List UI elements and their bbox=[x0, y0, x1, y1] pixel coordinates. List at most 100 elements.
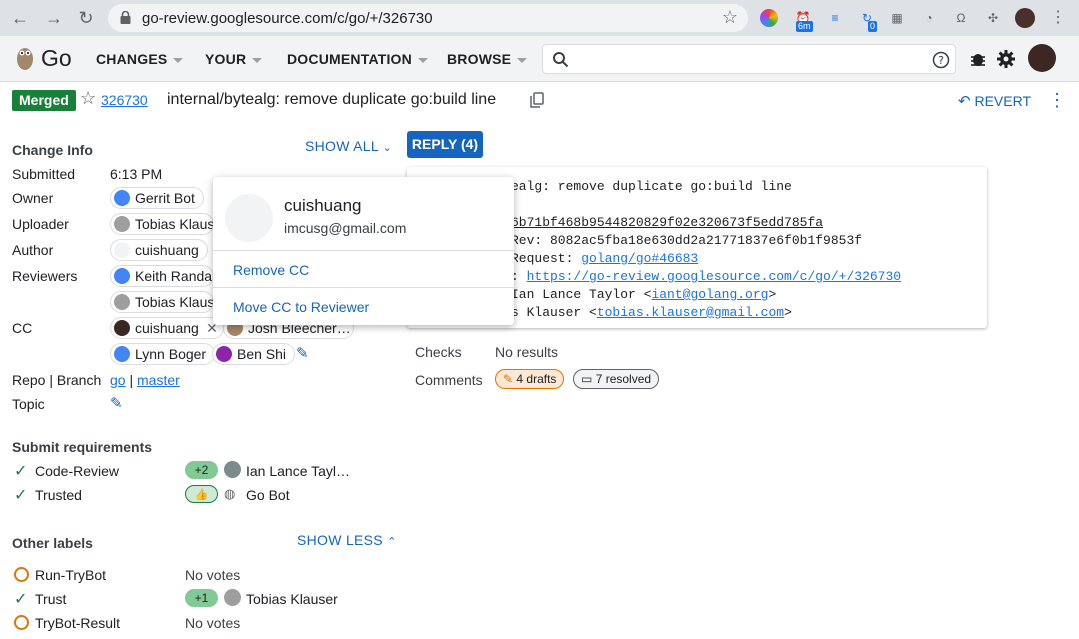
chevron-down-icon bbox=[252, 57, 263, 63]
reply-button[interactable]: REPLY (4) bbox=[407, 131, 483, 158]
show-all-button[interactable]: SHOW ALL ⌄ bbox=[305, 138, 392, 154]
reviewers-label: Reviewers bbox=[12, 268, 78, 284]
puzzle-extensions-icon[interactable]: ✣ bbox=[983, 8, 1003, 28]
menu-documentation[interactable]: DOCUMENTATION bbox=[287, 51, 428, 67]
reload-icon[interactable]: ↻ bbox=[74, 6, 98, 30]
voter-name: Go Bot bbox=[246, 487, 290, 503]
cc-name: cuishuang bbox=[135, 320, 199, 336]
email-link[interactable]: iant@golang.org bbox=[651, 287, 768, 302]
back-icon[interactable]: ← bbox=[8, 6, 32, 30]
edit-topic-icon[interactable]: ✎ bbox=[110, 394, 123, 412]
cc-chip[interactable]: cuishuang ✕ bbox=[110, 317, 224, 339]
avatar bbox=[114, 190, 130, 206]
color-extension-icon[interactable] bbox=[760, 9, 778, 27]
star-icon[interactable]: ☆ bbox=[80, 88, 96, 109]
clock-icon bbox=[14, 615, 29, 630]
show-less-button[interactable]: SHOW LESS ⌃ bbox=[297, 532, 397, 548]
user-avatar[interactable] bbox=[1028, 44, 1056, 72]
topic-label: Topic bbox=[12, 396, 45, 412]
owner-chip[interactable]: Gerrit Bot bbox=[110, 187, 204, 209]
brand-title[interactable]: Go bbox=[41, 45, 72, 72]
voter-name: Ian Lance Tayl… bbox=[246, 463, 351, 479]
avatar bbox=[224, 461, 241, 478]
comment-icon: ▭ bbox=[581, 372, 593, 386]
qr-extension-icon[interactable]: ▦ bbox=[887, 8, 907, 28]
menu-changes[interactable]: CHANGES bbox=[96, 51, 184, 67]
commit-line: ealg: remove duplicate go:build line bbox=[511, 179, 792, 194]
reviewer-chip[interactable]: Keith Randal bbox=[110, 265, 214, 287]
pr-link[interactable]: golang/go#46683 bbox=[581, 251, 698, 266]
address-bar[interactable]: go-review.googlesource.com/c/go/+/326730… bbox=[108, 4, 748, 32]
repo-link[interactable]: go bbox=[110, 372, 126, 388]
bookmark-star-icon[interactable]: ☆ bbox=[722, 7, 738, 28]
filter-extension-icon[interactable]: ≡ bbox=[825, 8, 845, 28]
gopher-logo-icon bbox=[17, 48, 33, 70]
checks-label: Checks bbox=[415, 344, 462, 360]
help-icon[interactable]: ? bbox=[932, 51, 950, 69]
other-labels-title: Other labels bbox=[12, 535, 93, 551]
cc-chip[interactable]: Ben Shi bbox=[212, 343, 296, 365]
revert-label: REVERT bbox=[974, 93, 1032, 109]
edit-icon: ✎ bbox=[503, 372, 514, 386]
cc-label: CC bbox=[12, 320, 33, 336]
reviewer-chip[interactable]: Tobias Klaus bbox=[110, 291, 214, 313]
uploader-name: Tobias Klaus bbox=[135, 216, 214, 232]
menu-label: BROWSE bbox=[447, 51, 512, 67]
status-badge: Merged bbox=[12, 90, 76, 111]
cc-name: Ben Shi bbox=[237, 346, 287, 362]
search-input[interactable] bbox=[579, 49, 919, 69]
remove-cc-button[interactable]: Remove CC bbox=[233, 262, 309, 278]
check-icon: ✓ bbox=[14, 591, 28, 608]
menu-label: YOUR bbox=[205, 51, 247, 67]
browser-toolbar: ← → ↻ go-review.googlesource.com/c/go/+/… bbox=[0, 0, 1079, 36]
search-icon bbox=[553, 52, 569, 68]
commit-hash-link[interactable]: 6b71bf468b9544820829f02e320673f5edd785fa bbox=[511, 215, 823, 230]
forward-icon[interactable]: → bbox=[42, 6, 66, 30]
copy-icon[interactable] bbox=[530, 92, 544, 108]
avatar bbox=[216, 346, 232, 362]
bug-report-icon[interactable] bbox=[968, 49, 988, 69]
email-link[interactable]: tobias.klauser@gmail.com bbox=[597, 305, 784, 320]
review-link[interactable]: https://go-review.googlesource.com/c/go/… bbox=[527, 269, 901, 284]
drafts-chip[interactable]: ✎ 4 drafts bbox=[495, 369, 565, 389]
browser-menu-icon[interactable]: ⋮ bbox=[1048, 8, 1068, 28]
menu-your[interactable]: YOUR bbox=[205, 51, 263, 67]
menu-browse[interactable]: BROWSE bbox=[447, 51, 528, 67]
vote-chip[interactable]: 👍 bbox=[185, 485, 218, 503]
branch-link[interactable]: master bbox=[137, 372, 180, 388]
app-header: Go CHANGES YOUR DOCUMENTATION BROWSE ? bbox=[0, 36, 1079, 82]
profile-avatar[interactable] bbox=[1015, 8, 1035, 28]
bot-avatar-icon: ◍ bbox=[224, 486, 236, 501]
author-chip[interactable]: cuishuang bbox=[110, 239, 208, 261]
cc-name: Lynn Boger bbox=[135, 346, 207, 362]
search-box: ? bbox=[542, 44, 956, 74]
clock-extension-icon[interactable]: ◔ bbox=[919, 8, 939, 28]
commit-line: : https://go-review.googlesource.com/c/g… bbox=[511, 269, 902, 284]
octocat-extension-icon[interactable]: Ω bbox=[951, 8, 971, 28]
change-subject: internal/bytealg: remove duplicate go:bu… bbox=[167, 91, 497, 108]
chevron-down-icon bbox=[173, 57, 184, 63]
avatar bbox=[225, 194, 273, 242]
more-vert-icon[interactable]: ⋮ bbox=[1048, 90, 1066, 111]
owner-label: Owner bbox=[12, 190, 54, 206]
vote-chip[interactable]: +1 bbox=[185, 589, 218, 607]
commit-line: Request: golang/go#46683 bbox=[511, 251, 698, 266]
avatar bbox=[114, 346, 130, 362]
cc-chip[interactable]: Lynn Boger bbox=[110, 343, 216, 365]
change-number-link[interactable]: 326730 bbox=[101, 92, 148, 108]
revert-button[interactable]: ↶ REVERT bbox=[958, 92, 1031, 110]
commit-text: Ian Lance Taylor < bbox=[511, 287, 652, 302]
vote-chip[interactable]: +2 bbox=[185, 461, 218, 479]
requirement-name: Code-Review bbox=[35, 463, 120, 479]
edit-cc-icon[interactable]: ✎ bbox=[296, 344, 309, 362]
resolved-label: 7 resolved bbox=[595, 372, 652, 386]
reviewer-name: Keith Randal bbox=[135, 268, 214, 284]
owner-name: Gerrit Bot bbox=[135, 190, 195, 206]
reviewer-name: Tobias Klaus bbox=[135, 294, 214, 310]
move-cc-to-reviewer-button[interactable]: Move CC to Reviewer bbox=[233, 299, 369, 315]
avatar bbox=[114, 268, 130, 284]
uploader-chip[interactable]: Tobias Klaus bbox=[110, 213, 214, 235]
gear-icon[interactable] bbox=[996, 49, 1016, 69]
commit-text: > bbox=[768, 287, 777, 302]
resolved-chip[interactable]: ▭ 7 resolved bbox=[573, 369, 660, 389]
